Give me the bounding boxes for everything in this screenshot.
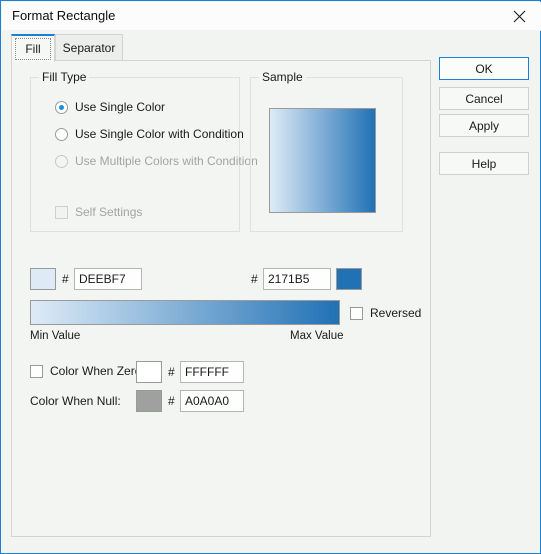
sample-group: Sample bbox=[250, 70, 403, 232]
tab-separator[interactable]: Separator bbox=[55, 34, 123, 60]
checkbox-self-settings-label: Self Settings bbox=[75, 205, 143, 219]
fill-type-group-label: Fill Type bbox=[39, 70, 90, 84]
title-bar: Format Rectangle bbox=[2, 2, 541, 31]
radio-indicator bbox=[55, 127, 68, 141]
window-title: Format Rectangle bbox=[12, 8, 116, 23]
gradient-preview-bar[interactable] bbox=[30, 300, 340, 325]
checkbox-reversed-label: Reversed bbox=[370, 306, 422, 320]
color-when-zero-label: Color When Zero: bbox=[50, 364, 145, 378]
max-hash-label: # bbox=[251, 272, 258, 286]
radio-indicator bbox=[55, 154, 68, 168]
tab-separator-label: Separator bbox=[62, 40, 116, 55]
apply-button[interactable]: Apply bbox=[439, 114, 529, 137]
max-color-hex-input[interactable]: 2171B5 bbox=[263, 268, 331, 290]
checkbox-reversed[interactable]: Reversed bbox=[350, 306, 421, 320]
ok-button[interactable]: OK bbox=[439, 57, 529, 80]
radio-use-single-color-label: Use Single Color bbox=[75, 100, 166, 114]
fill-type-group: Fill Type Use Single Color Use Single Co… bbox=[30, 70, 258, 232]
radio-use-single-color-with-condition-label: Use Single Color with Condition bbox=[75, 127, 244, 141]
radio-use-single-color[interactable]: Use Single Color bbox=[55, 100, 165, 114]
close-button[interactable] bbox=[497, 2, 541, 30]
tab-fill-label: Fill bbox=[25, 42, 41, 56]
radio-indicator bbox=[55, 100, 68, 114]
color-when-zero-swatch[interactable] bbox=[136, 361, 162, 383]
zero-hash-label: # bbox=[168, 365, 175, 379]
help-button[interactable]: Help bbox=[439, 152, 529, 175]
tab-strip: Fill Separator bbox=[11, 34, 431, 62]
tab-fill[interactable]: Fill bbox=[11, 34, 55, 62]
radio-use-multiple-colors-with-condition-label: Use Multiple Colors with Condition bbox=[75, 154, 258, 168]
min-hash-label: # bbox=[62, 272, 69, 286]
checkbox-self-settings: Self Settings bbox=[55, 205, 142, 219]
min-color-swatch[interactable] bbox=[30, 268, 56, 290]
min-color-hex-input[interactable]: DEEBF7 bbox=[74, 268, 142, 290]
null-hash-label: # bbox=[168, 394, 175, 408]
max-color-swatch[interactable] bbox=[336, 268, 362, 290]
sample-preview bbox=[269, 108, 376, 213]
max-value-label: Max Value bbox=[290, 330, 344, 342]
checkbox-indicator bbox=[30, 364, 43, 378]
min-value-label: Min Value bbox=[30, 330, 81, 342]
cancel-button[interactable]: Cancel bbox=[439, 87, 529, 110]
color-when-zero-hex-input[interactable]: FFFFFF bbox=[180, 361, 244, 383]
checkbox-color-when-zero[interactable]: Color When Zero: bbox=[30, 364, 145, 378]
fill-tab-panel: Fill Type Use Single Color Use Single Co… bbox=[11, 60, 431, 537]
color-when-null-hex-input[interactable]: A0A0A0 bbox=[180, 390, 244, 412]
color-when-null-label: Color When Null: bbox=[30, 394, 121, 408]
sample-group-label: Sample bbox=[259, 70, 306, 84]
checkbox-indicator bbox=[350, 306, 363, 320]
radio-use-multiple-colors-with-condition: Use Multiple Colors with Condition bbox=[55, 154, 258, 168]
close-icon bbox=[513, 10, 526, 23]
checkbox-indicator bbox=[55, 205, 68, 219]
color-when-null-swatch[interactable] bbox=[136, 390, 162, 412]
radio-use-single-color-with-condition[interactable]: Use Single Color with Condition bbox=[55, 127, 244, 141]
format-rectangle-dialog: Format Rectangle Fill Separator Fill Typ… bbox=[0, 0, 541, 554]
